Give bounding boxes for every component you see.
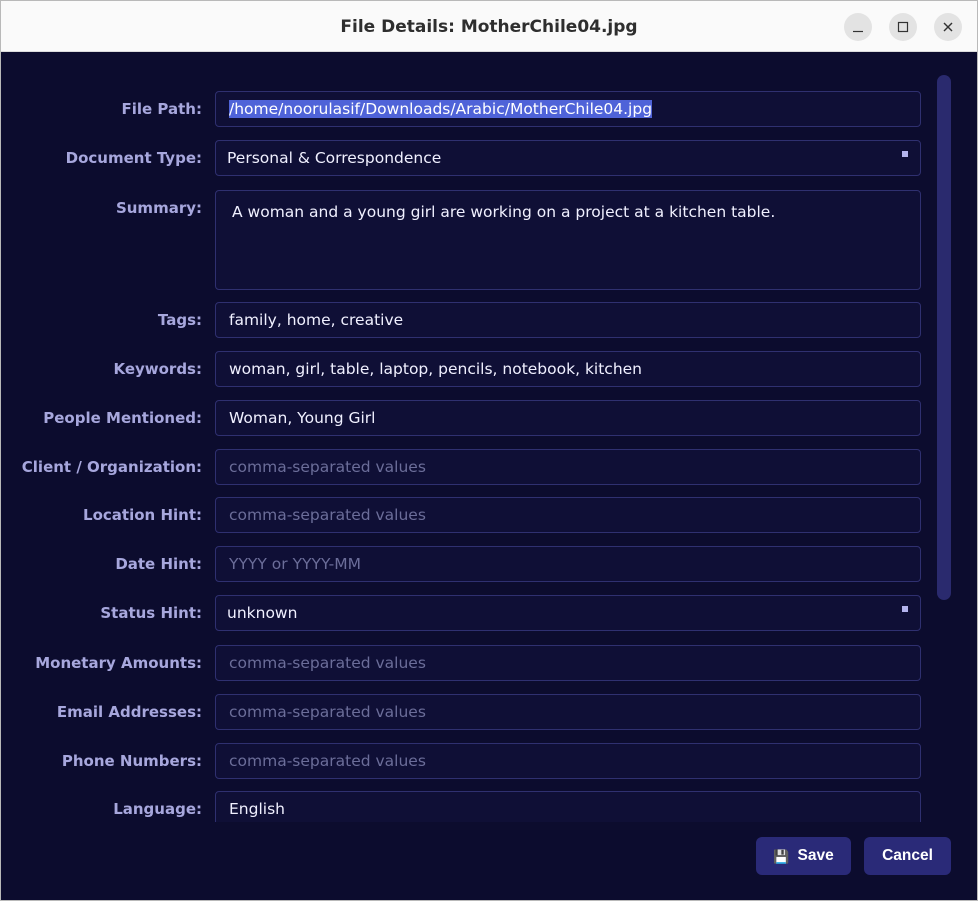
location-hint-field[interactable]: comma-separated values xyxy=(215,497,921,533)
keywords-row: Keywords: woman, girl, table, laptop, pe… xyxy=(1,351,977,387)
phone-numbers-field[interactable]: comma-separated values xyxy=(215,743,921,779)
tags-row: Tags: family, home, creative xyxy=(1,302,977,338)
cancel-button-label: Cancel xyxy=(882,847,933,864)
keywords-label: Keywords: xyxy=(113,360,202,378)
date-hint-label: Date Hint: xyxy=(115,555,202,573)
people-mentioned-row: People Mentioned: Woman, Young Girl xyxy=(1,400,977,436)
keywords-field[interactable]: woman, girl, table, laptop, pencils, not… xyxy=(215,351,921,387)
language-label: Language: xyxy=(113,800,202,818)
monetary-amounts-row: Monetary Amounts: comma-separated values xyxy=(1,645,977,681)
summary-row: Summary: A woman and a young girl are wo… xyxy=(1,190,977,290)
client-organization-row: Client / Organization: comma-separated v… xyxy=(1,449,977,485)
file-path-value: /home/noorulasif/Downloads/Arabic/Mother… xyxy=(229,100,653,118)
file-details-window: File Details: MotherChile04.jpg File Pat… xyxy=(0,0,978,901)
document-type-label: Document Type: xyxy=(65,149,202,167)
email-addresses-field[interactable]: comma-separated values xyxy=(215,694,921,730)
save-button-label: Save xyxy=(797,847,834,864)
maximize-icon xyxy=(897,21,909,33)
status-hint-value: unknown xyxy=(227,604,298,622)
date-hint-row: Date Hint: YYYY or YYYY-MM xyxy=(1,546,977,582)
client-organization-field[interactable]: comma-separated values xyxy=(215,449,921,485)
location-hint-row: Location Hint: comma-separated values xyxy=(1,497,977,533)
dropdown-indicator-icon xyxy=(902,151,908,157)
document-type-value: Personal & Correspondence xyxy=(227,149,442,167)
minimize-button[interactable] xyxy=(844,13,872,41)
status-hint-row: Status Hint: unknown xyxy=(1,595,977,631)
close-icon xyxy=(943,22,953,32)
file-path-field[interactable]: /home/noorulasif/Downloads/Arabic/Mother… xyxy=(215,91,921,127)
monetary-amounts-field[interactable]: comma-separated values xyxy=(215,645,921,681)
maximize-button[interactable] xyxy=(889,13,917,41)
save-button[interactable]: 💾 Save xyxy=(756,837,851,875)
status-hint-select[interactable]: unknown xyxy=(215,595,921,631)
floppy-disk-icon: 💾 xyxy=(773,848,790,864)
email-addresses-row: Email Addresses: comma-separated values xyxy=(1,694,977,730)
summary-textarea[interactable]: A woman and a young girl are working on … xyxy=(215,190,921,290)
summary-label: Summary: xyxy=(115,199,202,217)
client-organization-label: Client / Organization: xyxy=(21,458,202,476)
monetary-amounts-label: Monetary Amounts: xyxy=(35,654,202,672)
people-mentioned-field[interactable]: Woman, Young Girl xyxy=(215,400,921,436)
vertical-scrollbar[interactable] xyxy=(937,75,951,600)
close-button[interactable] xyxy=(934,13,962,41)
document-type-row: Document Type: Personal & Correspondence xyxy=(1,140,977,176)
minimize-icon xyxy=(853,30,863,33)
phone-numbers-row: Phone Numbers: comma-separated values xyxy=(1,743,977,779)
location-hint-label: Location Hint: xyxy=(83,506,202,524)
status-hint-label: Status Hint: xyxy=(100,604,202,622)
form-panel: File Path: /home/noorulasif/Downloads/Ar… xyxy=(1,52,977,900)
window-title: File Details: MotherChile04.jpg xyxy=(340,17,638,37)
cancel-button[interactable]: Cancel xyxy=(864,837,951,875)
dropdown-indicator-icon xyxy=(902,606,908,612)
people-mentioned-label: People Mentioned: xyxy=(43,409,202,427)
phone-numbers-label: Phone Numbers: xyxy=(61,752,202,770)
date-hint-field[interactable]: YYYY or YYYY-MM xyxy=(215,546,921,582)
tags-field[interactable]: family, home, creative xyxy=(215,302,921,338)
tags-label: Tags: xyxy=(157,311,202,329)
email-addresses-label: Email Addresses: xyxy=(56,703,202,721)
file-path-row: File Path: /home/noorulasif/Downloads/Ar… xyxy=(1,91,977,127)
document-type-select[interactable]: Personal & Correspondence xyxy=(215,140,921,176)
title-bar[interactable]: File Details: MotherChile04.jpg xyxy=(1,1,977,52)
file-path-label: File Path: xyxy=(121,100,203,118)
